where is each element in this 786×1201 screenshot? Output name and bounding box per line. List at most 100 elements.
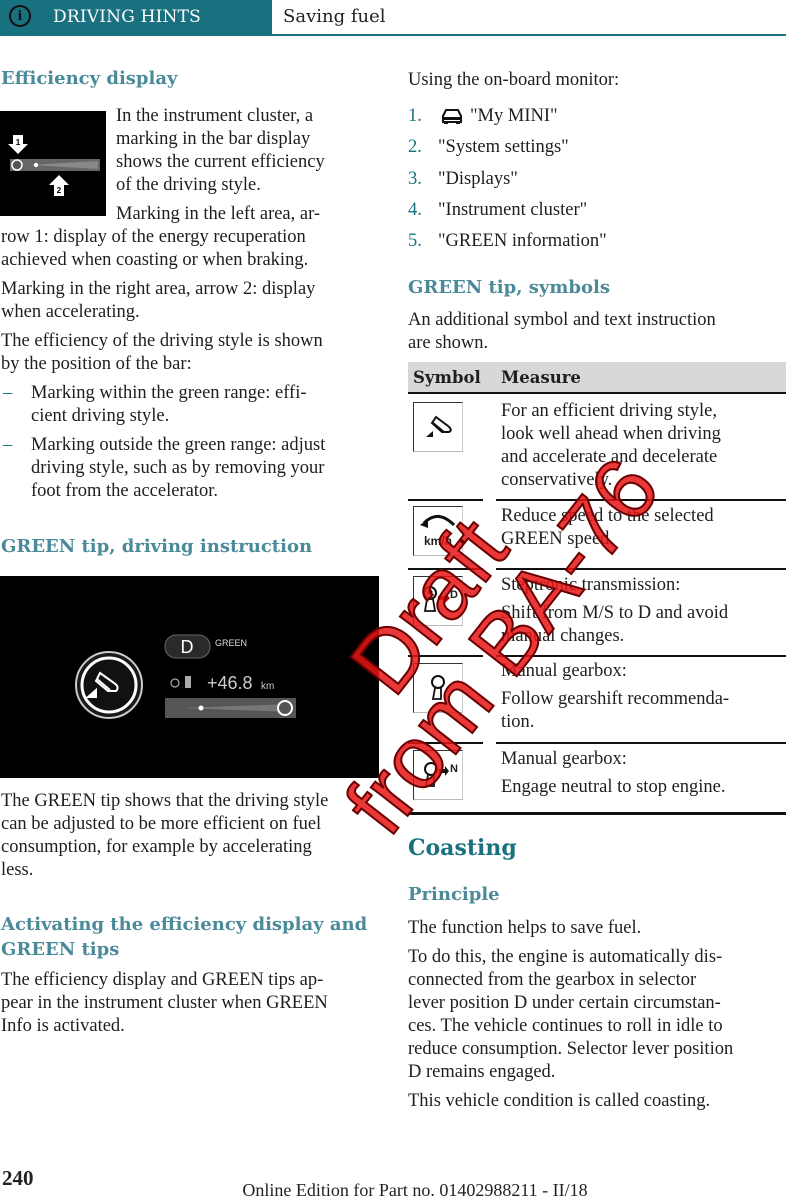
table-bottom-rule [408, 812, 786, 815]
heading-efficiency-display: Efficiency display [1, 68, 178, 89]
range-gain: +46.8 [207, 673, 253, 693]
measure-text: Manual gearbox: [501, 749, 627, 769]
gear-lever-to-d-icon: D [413, 576, 463, 626]
step-number: 4. [408, 200, 422, 220]
foot-accelerate-icon [413, 402, 463, 452]
step-number: 2. [408, 137, 422, 157]
instrument-cluster-image: D GREEN +46.8 km [0, 576, 379, 778]
text-line: ces. The vehicle continues to roll in id… [408, 1016, 723, 1036]
bullet-text: cient driving style. [31, 406, 170, 426]
text-line: connected from the gearbox in selector [408, 970, 697, 990]
row-divider [496, 499, 786, 501]
section-label: DRIVING HINTS [53, 7, 201, 27]
heading-green-tip-symbols: GREEN tip, symbols [408, 277, 610, 298]
step-number: 1. [408, 106, 422, 126]
text-line: D remains engaged. [408, 1062, 556, 1082]
step-text: "My MINI" [470, 106, 558, 126]
measure-text: Manual gearbox: [501, 661, 627, 681]
measure-text: and accelerate and decelerate [501, 447, 718, 467]
text-line: consumption, for example by accelerating [1, 837, 312, 857]
step-text: "System settings" [438, 137, 569, 157]
bullet-text: foot from the accelerator. [31, 481, 218, 501]
text-line: can be adjusted to be more efficient on … [1, 814, 322, 834]
heading-principle: Principle [408, 884, 500, 905]
text-line: The GREEN tip shows that the driving sty… [1, 791, 329, 811]
bullet-text: driving style, such as by removing your [31, 458, 325, 478]
gear-indicator: D [181, 637, 194, 657]
measure-text: For an efficient driving style, [501, 401, 717, 421]
measure-text: manual changes. [501, 626, 625, 646]
heading-activating: Activating the efficiency display and [1, 914, 368, 935]
text-line: To do this, the engine is automatically … [408, 947, 723, 967]
heading-activating-cont: GREEN tips [1, 939, 120, 960]
text-line: Info is activated. [1, 1016, 125, 1036]
page-title: Saving fuel [283, 6, 386, 27]
text-line: of the driving style. [116, 175, 261, 195]
text-line: achieved when coasting or when braking. [1, 250, 309, 270]
text-line: lever position D under certain circumsta… [408, 993, 721, 1013]
step-text: "GREEN information" [438, 231, 607, 251]
measure-text: look well ahead when driving [501, 424, 721, 444]
text-line: Marking in the left area, ar- [116, 204, 321, 224]
fuel-pump-icon [170, 676, 191, 688]
text-line: shows the current efficiency [116, 152, 325, 172]
column-header-measure: Measure [501, 368, 581, 387]
text-line: The efficiency of the driving style is s… [1, 331, 323, 351]
step-number: 5. [408, 231, 422, 251]
svg-text:1: 1 [16, 138, 21, 147]
monitor-intro: Using the on-board monitor: [408, 70, 620, 90]
measure-text: Engage neutral to stop engine. [501, 777, 726, 797]
text-line: by the position of the bar: [1, 354, 192, 374]
row-divider [496, 568, 786, 570]
text-line: row 1: display of the energy recuperatio… [1, 227, 306, 247]
car-icon [440, 107, 464, 129]
range-unit: km [261, 681, 274, 692]
heading-green-tip-driving: GREEN tip, driving instruction [1, 536, 313, 557]
bullet-text: Marking outside the green range: adjust [31, 435, 326, 455]
text-line: Marking in the right area, arrow 2: disp… [1, 279, 316, 299]
text-line: when accelerating. [1, 302, 140, 322]
text-line: In the instrument cluster, a [116, 106, 314, 126]
row-divider [408, 499, 483, 501]
measure-text: conservatively. [501, 470, 613, 490]
step-number: 3. [408, 169, 422, 189]
text-line: The efficiency display and GREEN tips ap… [1, 970, 324, 990]
text-line: reduce consumption. Selector lever posit… [408, 1039, 734, 1059]
row-divider [408, 568, 483, 570]
measure-text: Shift from M/S to D and avoid [501, 603, 729, 623]
measure-text: GREEN speed. [501, 529, 615, 549]
text-line: are shown. [408, 333, 489, 353]
svg-text:2: 2 [57, 186, 62, 195]
arrow-1-icon: 1 [8, 135, 28, 154]
bullet-text: Marking within the green range: effi- [31, 383, 307, 403]
edition-line: Online Edition for Part no. 01402988211 … [242, 1180, 588, 1200]
arrow-2-icon: 2 [49, 175, 69, 196]
text-line: pear in the instrument cluster when GREE… [1, 993, 328, 1013]
heading-coasting: Coasting [408, 835, 517, 861]
page-header: i DRIVING HINTS Saving fuel [0, 0, 786, 36]
bullet-dash: – [3, 383, 13, 403]
measure-text: Steptronic transmission: [501, 575, 681, 595]
text-line: An additional symbol and text instructio… [408, 310, 716, 330]
step-text: "Instrument cluster" [438, 200, 588, 220]
header-rule [0, 34, 786, 36]
text-line: The function helps to save fuel. [408, 918, 642, 938]
column-header-symbol: Symbol [413, 368, 481, 387]
text-line: This vehicle condition is called coastin… [408, 1091, 711, 1111]
gear-lever-to-n-icon: N [413, 750, 463, 800]
row-divider [408, 742, 483, 744]
measure-text: Follow gearshift recommenda- [501, 689, 730, 709]
text-line: marking in the bar display [116, 129, 311, 149]
mode-label: GREEN [215, 638, 247, 648]
efficiency-bar-image: 1 2 [0, 111, 106, 216]
measure-text: Reduce speed to the selected [501, 506, 714, 526]
info-icon: i [9, 5, 31, 27]
row-divider [496, 742, 786, 744]
text-line: less. [1, 860, 34, 880]
row-divider [408, 655, 483, 657]
step-text: "Displays" [438, 169, 518, 189]
measure-text: tion. [501, 712, 535, 732]
gear-lever-icon [413, 663, 463, 713]
row-divider [496, 655, 786, 657]
bullet-dash: – [3, 435, 13, 455]
